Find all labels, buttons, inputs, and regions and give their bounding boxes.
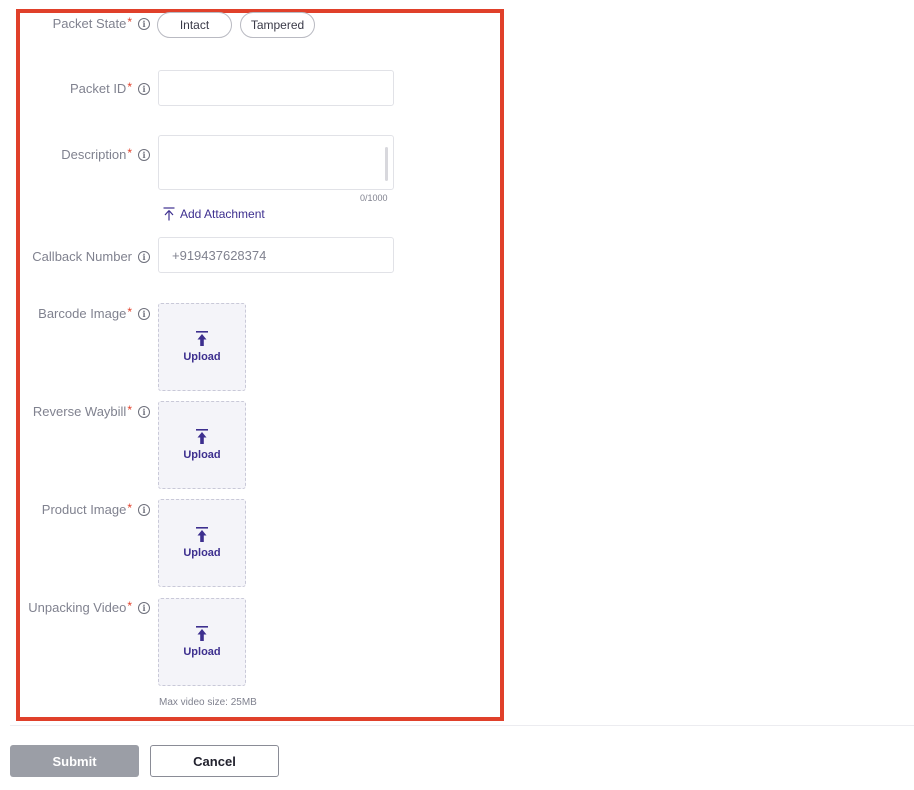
info-icon[interactable]: i <box>138 405 150 418</box>
barcode-image-label-text: Barcode Image <box>38 306 127 321</box>
upload-arrow-icon <box>196 429 208 444</box>
packet-id-label-text: Packet ID <box>69 81 127 96</box>
info-icon[interactable]: i <box>138 17 150 30</box>
unpacking-video-label-text: Unpacking Video <box>28 600 127 615</box>
reverse-waybill-label-text: Reverse Waybill <box>32 404 127 419</box>
unpacking-video-label-wrap: Unpacking Video * i <box>0 598 150 618</box>
packet-state-label: Packet State * i <box>52 14 150 31</box>
callback-number-label: Callback Number i <box>32 249 150 264</box>
upload-arrow-icon <box>196 527 208 542</box>
required-mark: * <box>127 79 132 94</box>
info-icon[interactable]: i <box>138 307 150 320</box>
packet-state-label-text: Packet State <box>52 16 127 31</box>
callback-number-label-wrap: Callback Number i <box>0 249 150 267</box>
packet-id-label: Packet ID * i <box>69 79 150 96</box>
required-mark: * <box>127 145 132 160</box>
description-char-count: 0/1000 <box>360 193 388 203</box>
description-label: Description * i <box>61 145 150 162</box>
packet-state-label-wrap: Packet State * i <box>0 14 150 34</box>
footer-divider <box>10 725 914 726</box>
description-label-text: Description <box>61 147 127 162</box>
submit-button[interactable]: Submit <box>10 745 139 777</box>
unpacking-video-upload[interactable]: Upload <box>158 598 246 686</box>
packet-state-option-tampered[interactable]: Tampered <box>240 12 315 38</box>
required-mark: * <box>127 500 132 515</box>
upload-arrow-icon <box>196 626 208 641</box>
reverse-waybill-upload[interactable]: Upload <box>158 401 246 489</box>
description-label-wrap: Description * i <box>0 145 150 165</box>
add-attachment-label: Add Attachment <box>180 207 265 221</box>
description-textarea[interactable] <box>158 135 394 190</box>
product-image-upload[interactable]: Upload <box>158 499 246 587</box>
cancel-button[interactable]: Cancel <box>150 745 279 777</box>
packet-state-option-intact[interactable]: Intact <box>157 12 232 38</box>
callback-number-label-text: Callback Number <box>32 249 132 264</box>
info-icon[interactable]: i <box>138 148 150 161</box>
required-mark: * <box>127 14 132 29</box>
required-mark: * <box>127 304 132 319</box>
info-icon[interactable]: i <box>138 250 150 263</box>
required-mark: * <box>127 402 132 417</box>
barcode-image-label-wrap: Barcode Image * i <box>0 304 150 324</box>
callback-number-input[interactable]: +919437628374 <box>158 237 394 273</box>
upload-label: Upload <box>183 547 221 559</box>
reverse-waybill-label-wrap: Reverse Waybill * i <box>0 402 150 422</box>
product-image-label: Product Image * i <box>41 500 150 517</box>
upload-label: Upload <box>183 449 221 461</box>
max-video-size-hint: Max video size: 25MB <box>159 697 257 708</box>
product-image-label-text: Product Image <box>41 502 127 517</box>
product-image-label-wrap: Product Image * i <box>0 500 150 520</box>
info-icon[interactable]: i <box>138 601 150 614</box>
barcode-image-upload[interactable]: Upload <box>158 303 246 391</box>
upload-label: Upload <box>183 351 221 363</box>
upload-arrow-icon <box>196 331 208 346</box>
upload-label: Upload <box>183 646 221 658</box>
textarea-scrollbar[interactable] <box>385 147 388 181</box>
info-icon[interactable]: i <box>138 503 150 516</box>
info-icon[interactable]: i <box>138 82 150 95</box>
required-mark: * <box>127 598 132 613</box>
packet-id-label-wrap: Packet ID * i <box>0 79 150 99</box>
reverse-waybill-label: Reverse Waybill * i <box>32 402 150 419</box>
unpacking-video-label: Unpacking Video * i <box>28 598 150 615</box>
upload-arrow-icon <box>163 207 175 221</box>
barcode-image-label: Barcode Image * i <box>38 304 150 321</box>
add-attachment-link[interactable]: Add Attachment <box>163 207 265 221</box>
packet-id-input[interactable] <box>158 70 394 106</box>
